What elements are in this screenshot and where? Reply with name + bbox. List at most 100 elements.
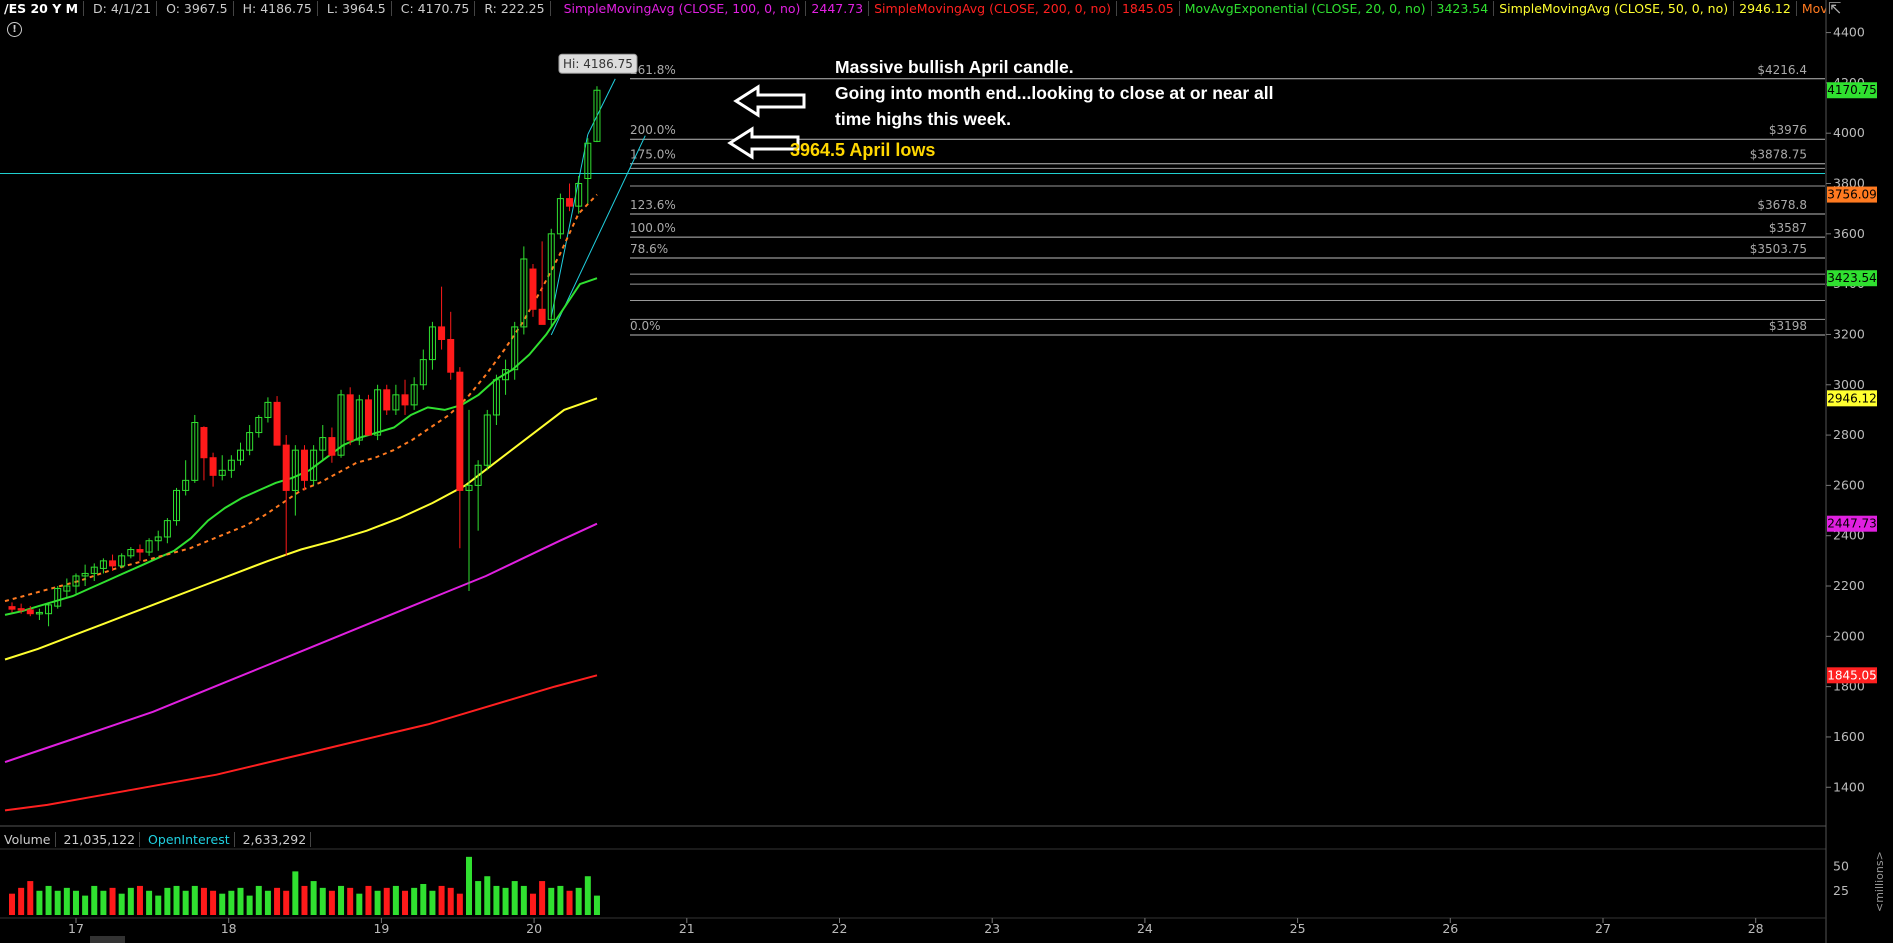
candle-body-30 xyxy=(282,444,290,491)
annotation-line-2: Going into month end...looking to close … xyxy=(835,83,1274,103)
volume-bar-15 xyxy=(146,890,153,915)
time-axis: 17 18 19 20 21 22 23 24 25 26 27 28 xyxy=(68,918,1764,936)
fib-label-1: 200.0% xyxy=(630,123,676,137)
volume-bar-14 xyxy=(136,885,143,915)
volume-bar-35 xyxy=(328,890,335,915)
price-badge-text-1: 3756.09 xyxy=(1827,188,1877,202)
candle-body-39 xyxy=(364,399,372,436)
candle-body-58 xyxy=(538,308,546,325)
volume-bar-20 xyxy=(191,885,198,915)
time-label-8: 25 xyxy=(1290,921,1306,936)
volume-bar-30 xyxy=(283,890,290,915)
volume-bar-55 xyxy=(511,881,518,915)
time-label-9: 26 xyxy=(1442,921,1458,936)
volume-bar-9 xyxy=(91,885,98,915)
fib-price-0: $4216.4 xyxy=(1757,63,1807,77)
time-label-0: 17 xyxy=(68,921,84,936)
candle-body-57 xyxy=(529,268,537,310)
hi-tooltip-text: Hi: 4186.75 xyxy=(563,57,633,71)
annotation-main: Massive bullish April candle. Going into… xyxy=(835,54,1315,132)
sma100-line xyxy=(4,522,598,764)
axis-label-7: 2800 xyxy=(1833,427,1865,442)
candle-body-48 xyxy=(447,338,455,373)
volume-bar-24 xyxy=(228,890,235,915)
moving-averages xyxy=(4,193,598,812)
candle-body-11 xyxy=(109,560,117,567)
trend-line-upper xyxy=(550,134,589,317)
candle-body-29 xyxy=(273,401,281,446)
volume-bar-12 xyxy=(118,893,125,915)
volume-bar-7 xyxy=(72,890,79,915)
price-badge-text-0: 4170.75 xyxy=(1827,83,1877,97)
sma50-line xyxy=(4,397,598,661)
fib-label-4: 100.0% xyxy=(630,221,676,235)
open-interest-label: OpenInterest xyxy=(148,832,230,847)
volume-bar-5 xyxy=(54,890,61,915)
price-badge-text-3: 2946.12 xyxy=(1827,391,1877,405)
volume-bar-57 xyxy=(529,893,536,915)
volume-unit-label: <millions> xyxy=(1873,851,1886,912)
candles xyxy=(8,86,601,627)
volume-bar-49 xyxy=(456,893,463,915)
candle-body-14 xyxy=(136,549,144,553)
volume-bar-46 xyxy=(429,890,436,915)
volume-bar-13 xyxy=(127,887,134,915)
volume-bar-22 xyxy=(210,890,217,915)
volume-bar-28 xyxy=(264,890,271,915)
volume-axis-label-1: 50 xyxy=(1833,859,1849,874)
fib-price-1: $3976 xyxy=(1769,123,1807,137)
candle-body-41 xyxy=(383,389,391,411)
fib-price-3: $3678.8 xyxy=(1757,198,1807,212)
volume-bar-6 xyxy=(63,887,70,915)
volume-bar-56 xyxy=(520,885,527,915)
fib-label-3: 123.6% xyxy=(630,198,676,212)
volume-bar-2 xyxy=(27,881,34,915)
fib-price-4: $3587 xyxy=(1769,221,1807,235)
volume-bar-4 xyxy=(45,885,52,915)
volume-bar-11 xyxy=(109,887,116,915)
axis-label-8: 3000 xyxy=(1833,377,1865,392)
axis-label-0: 1400 xyxy=(1833,779,1865,794)
axis-label-13: 4000 xyxy=(1833,125,1865,140)
candle-body-49 xyxy=(456,371,464,491)
time-label-5: 22 xyxy=(832,921,848,936)
volume-bar-26 xyxy=(246,895,253,915)
axis-label-6: 2600 xyxy=(1833,477,1865,492)
fib-label-2: 175.0% xyxy=(630,148,676,162)
volume-bar-10 xyxy=(100,890,107,915)
fib-price-5: $3503.75 xyxy=(1750,242,1807,256)
time-label-11: 28 xyxy=(1748,921,1764,936)
fib-label-6: 0.0% xyxy=(630,319,661,333)
arrow-lows xyxy=(727,126,800,160)
time-label-10: 27 xyxy=(1595,921,1611,936)
time-label-1: 18 xyxy=(221,921,237,936)
candle-body-21 xyxy=(200,427,208,459)
volume-bar-44 xyxy=(411,887,418,915)
volume-bar-59 xyxy=(548,887,555,915)
volume-bar-51 xyxy=(475,881,482,915)
volume-bar-42 xyxy=(392,885,399,915)
volume-bar-34 xyxy=(319,887,326,915)
annotation-april-lows: 3964.5 April lows xyxy=(790,140,936,160)
volume-bar-60 xyxy=(557,885,564,915)
volume-bar-47 xyxy=(438,885,445,915)
volume-bar-33 xyxy=(310,881,317,915)
volume-bar-64 xyxy=(593,895,600,915)
volume-bar-29 xyxy=(274,887,281,915)
chart-canvas[interactable]: 261.8% $4216.4200.0% $3976175.0% $3878.7512… xyxy=(0,0,1893,943)
volume-bar-39 xyxy=(365,885,372,915)
axis-label-9: 3200 xyxy=(1833,326,1865,341)
volume-value: 21,035,122 xyxy=(63,832,136,847)
volume-bar-48 xyxy=(447,887,454,915)
volume-bar-61 xyxy=(566,890,573,915)
volume-bar-45 xyxy=(420,883,427,915)
price-badge-text-2: 3423.54 xyxy=(1827,271,1877,285)
volume-bars: 25 50 <millions> xyxy=(9,851,1886,915)
candle-body-61 xyxy=(566,198,574,207)
volume-bar-58 xyxy=(539,881,546,915)
time-scrollbar[interactable] xyxy=(90,936,125,943)
volume-bar-18 xyxy=(173,885,180,915)
axis-label-4: 2200 xyxy=(1833,578,1865,593)
axis-label-15: 4400 xyxy=(1833,25,1865,40)
volume-bar-52 xyxy=(484,876,491,915)
